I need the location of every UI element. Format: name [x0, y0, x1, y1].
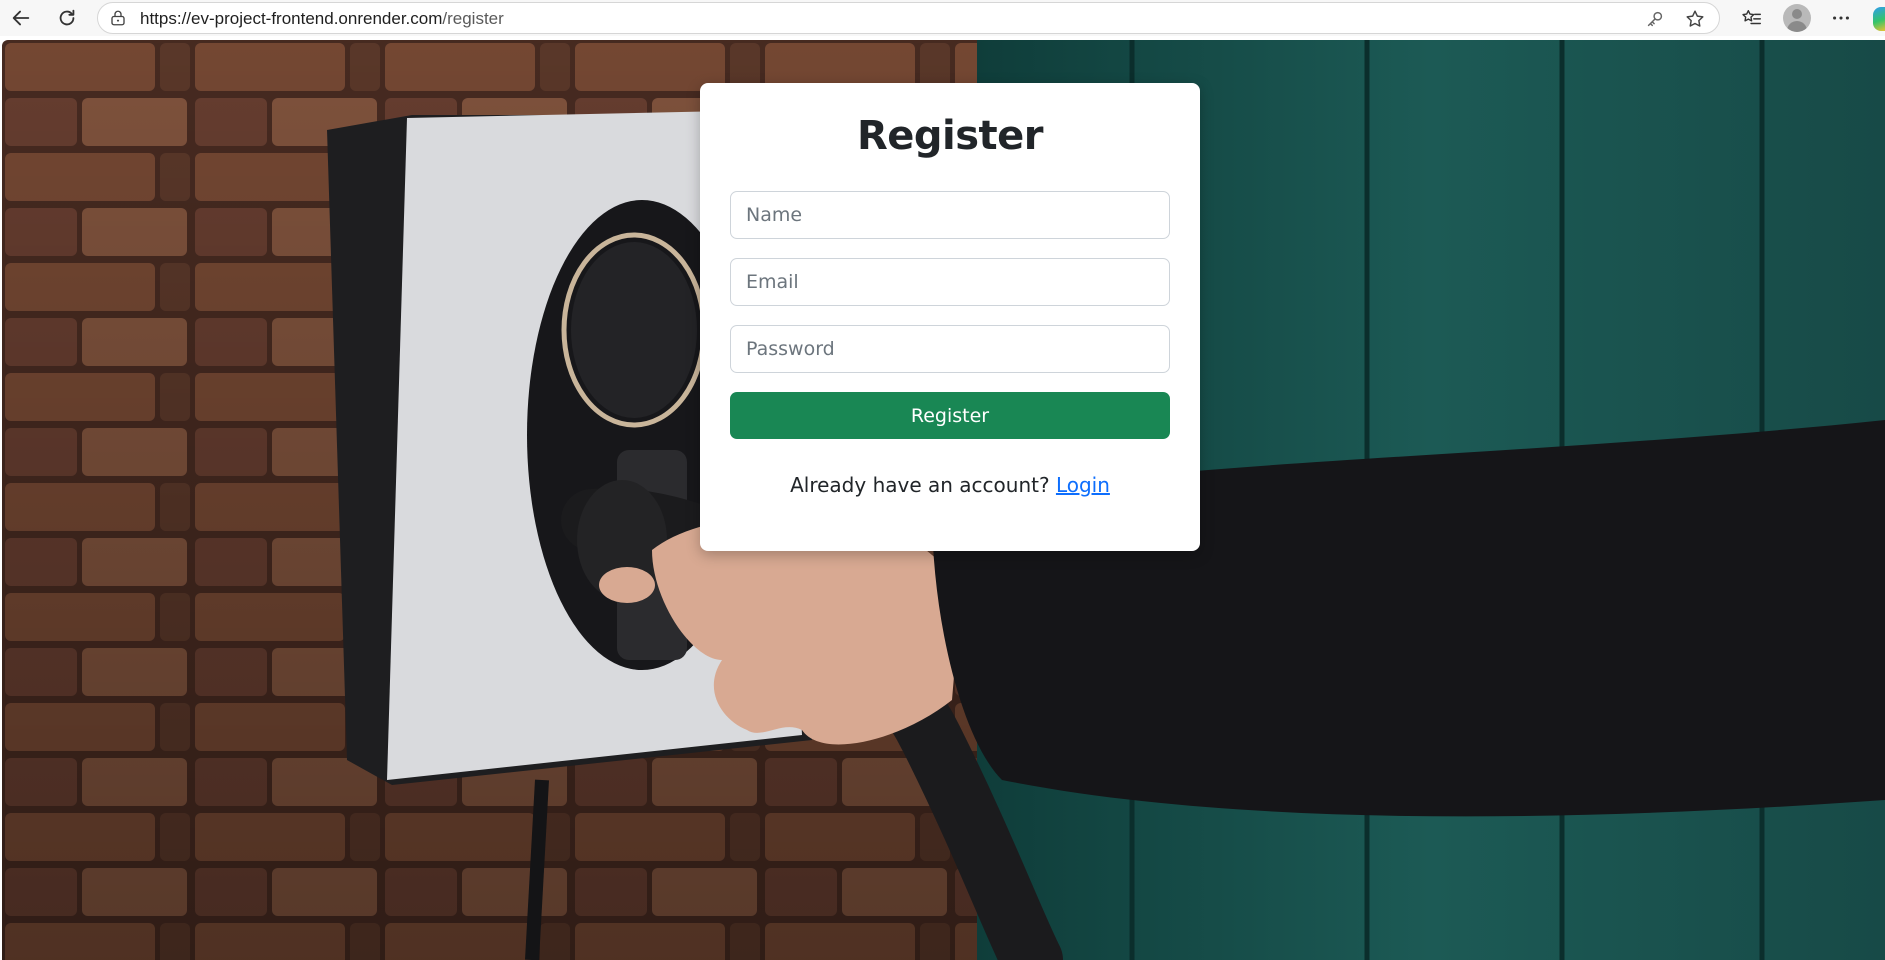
- page-title: Register: [856, 113, 1044, 159]
- name-field[interactable]: [730, 191, 1170, 239]
- copilot-icon[interactable]: [1873, 7, 1885, 31]
- url-text[interactable]: https://ev-project-frontend.onrender.com…: [140, 9, 504, 29]
- login-link[interactable]: Login: [1056, 473, 1110, 497]
- favorites-list-icon: [1742, 9, 1761, 25]
- page-viewport: Register Register Already have an accoun…: [2, 40, 1885, 960]
- register-button[interactable]: Register: [730, 392, 1170, 439]
- login-prompt: Already have an account? Login: [700, 473, 1200, 497]
- login-prompt-text: Already have an account?: [790, 473, 1050, 497]
- url-host: https://ev-project-frontend.onrender.com: [140, 9, 443, 28]
- add-favorite-button[interactable]: [1684, 8, 1706, 30]
- register-card: Register Register Already have an accoun…: [700, 83, 1200, 551]
- password-field[interactable]: [730, 325, 1170, 373]
- star-icon: [1686, 10, 1704, 27]
- email-field[interactable]: [730, 258, 1170, 306]
- address-bar[interactable]: https://ev-project-frontend.onrender.com…: [97, 2, 1720, 34]
- profile-avatar[interactable]: [1783, 4, 1811, 32]
- favorites-button[interactable]: [1737, 3, 1767, 33]
- more-dots-icon: [1833, 16, 1849, 20]
- back-arrow-icon: [12, 10, 30, 26]
- more-menu-button[interactable]: [1826, 3, 1856, 33]
- password-manager-button[interactable]: [1644, 8, 1666, 30]
- key-icon: [1647, 11, 1663, 27]
- reload-button[interactable]: [52, 3, 82, 33]
- browser-toolbar: https://ev-project-frontend.onrender.com…: [0, 0, 1885, 36]
- back-button[interactable]: [6, 3, 36, 33]
- url-path: /register: [442, 9, 504, 28]
- reload-icon: [59, 9, 75, 26]
- site-info-lock-icon[interactable]: [109, 9, 127, 27]
